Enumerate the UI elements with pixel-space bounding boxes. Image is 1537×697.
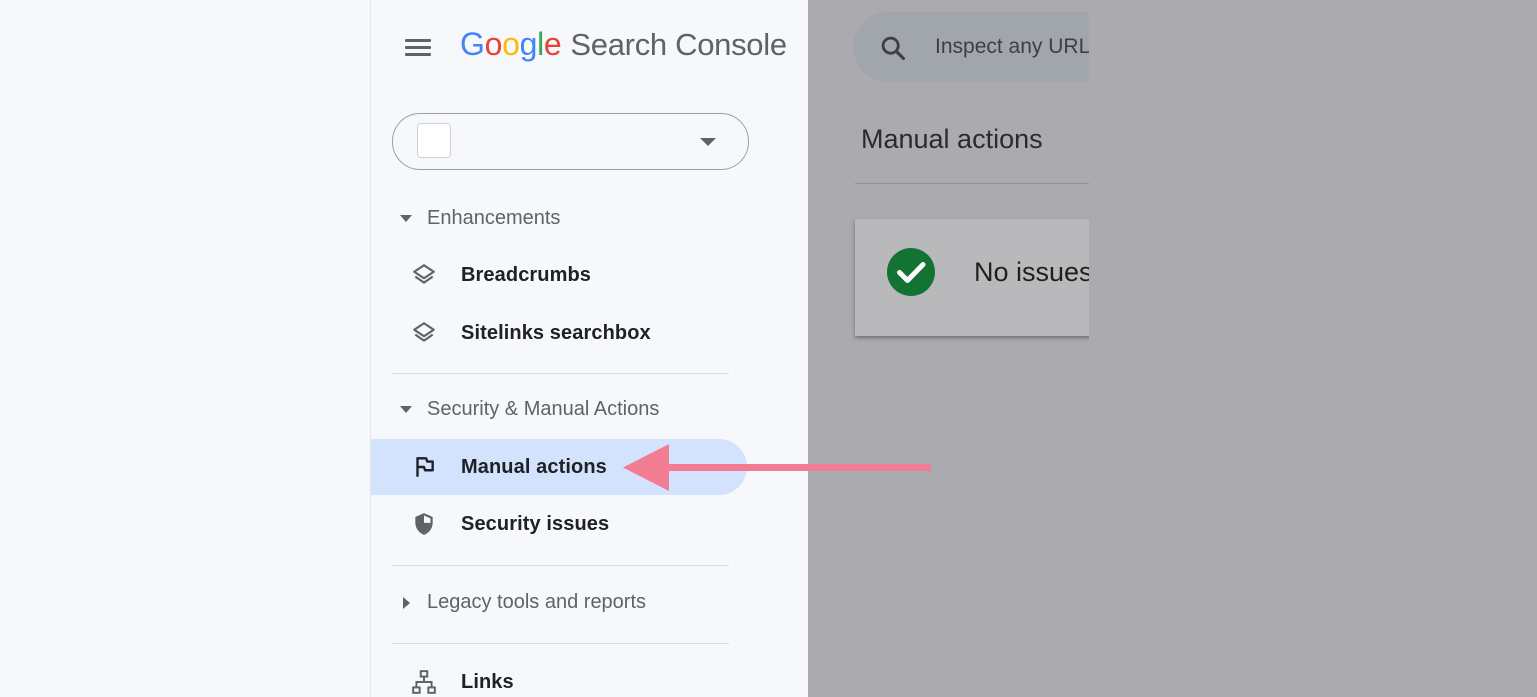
outer-background [0,0,371,697]
product-logo[interactable]: Google Search Console [460,26,787,63]
section-security-manual-actions[interactable]: Security & Manual Actions [398,398,659,421]
sidebar-item-label: Breadcrumbs [461,263,592,286]
logo-letter: G [460,26,485,62]
expand-triangle-icon [403,596,410,609]
sidebar-item-breadcrumbs[interactable]: Breadcrumbs [371,247,747,303]
page-title: Manual actions [861,124,1043,154]
main-content: Manual actions No issues detected [808,0,1089,697]
hamburger-icon-bar [405,52,431,56]
section-enhancements[interactable]: Enhancements [398,207,560,230]
property-selector[interactable] [392,113,749,170]
collapse-triangle-icon [400,406,412,413]
logo-letter: e [543,26,562,62]
section-title: Security & Manual Actions [427,398,660,420]
divider [392,565,729,566]
search-icon [881,36,906,61]
section-title: Legacy tools and reports [427,591,647,613]
sidebar-item-security-issues[interactable]: Security issues [371,496,747,552]
hamburger-icon-bar [405,45,431,49]
layers-icon [413,322,435,342]
check-circle-icon [887,248,935,296]
sidebar-item-label: Security issues [461,512,610,535]
layers-icon [413,264,435,284]
main-menu-button[interactable] [405,32,437,62]
logo-letter: l [537,26,544,62]
divider [392,373,729,374]
hamburger-icon [405,38,431,42]
section-title: Enhancements [427,207,561,229]
divider [392,643,729,644]
sidebar-item-sitelinks-searchbox[interactable]: Sitelinks searchbox [371,305,747,361]
sidebar-item-label: Sitelinks searchbox [461,321,651,344]
sidebar-item-links[interactable]: Links [371,654,747,697]
section-legacy-tools[interactable]: Legacy tools and reports [398,591,646,614]
product-name: Search Console [570,27,787,62]
google-wordmark: Google [460,26,562,63]
caret-down-icon [700,138,716,146]
logo-letter: o [484,26,503,62]
logo-letter: o [502,26,520,62]
sidebar-item-manual-actions[interactable]: Manual actions [371,439,747,495]
sitemap-icon [412,670,436,694]
title-divider [855,183,1089,184]
status-message: No issues detected [974,257,1089,287]
collapse-triangle-icon [400,215,412,222]
status-card: No issues detected [855,219,1089,336]
sidebar-item-label: Links [461,670,514,693]
url-inspection-search[interactable] [853,12,1089,82]
flag-icon [416,457,434,477]
property-favicon [417,123,451,158]
sidebar-item-label: Manual actions [461,455,607,478]
shield-icon [415,513,433,535]
logo-letter: g [519,26,538,62]
search-input[interactable] [935,32,1089,62]
main-content-overlay: Manual actions No issues detected [808,0,1537,697]
